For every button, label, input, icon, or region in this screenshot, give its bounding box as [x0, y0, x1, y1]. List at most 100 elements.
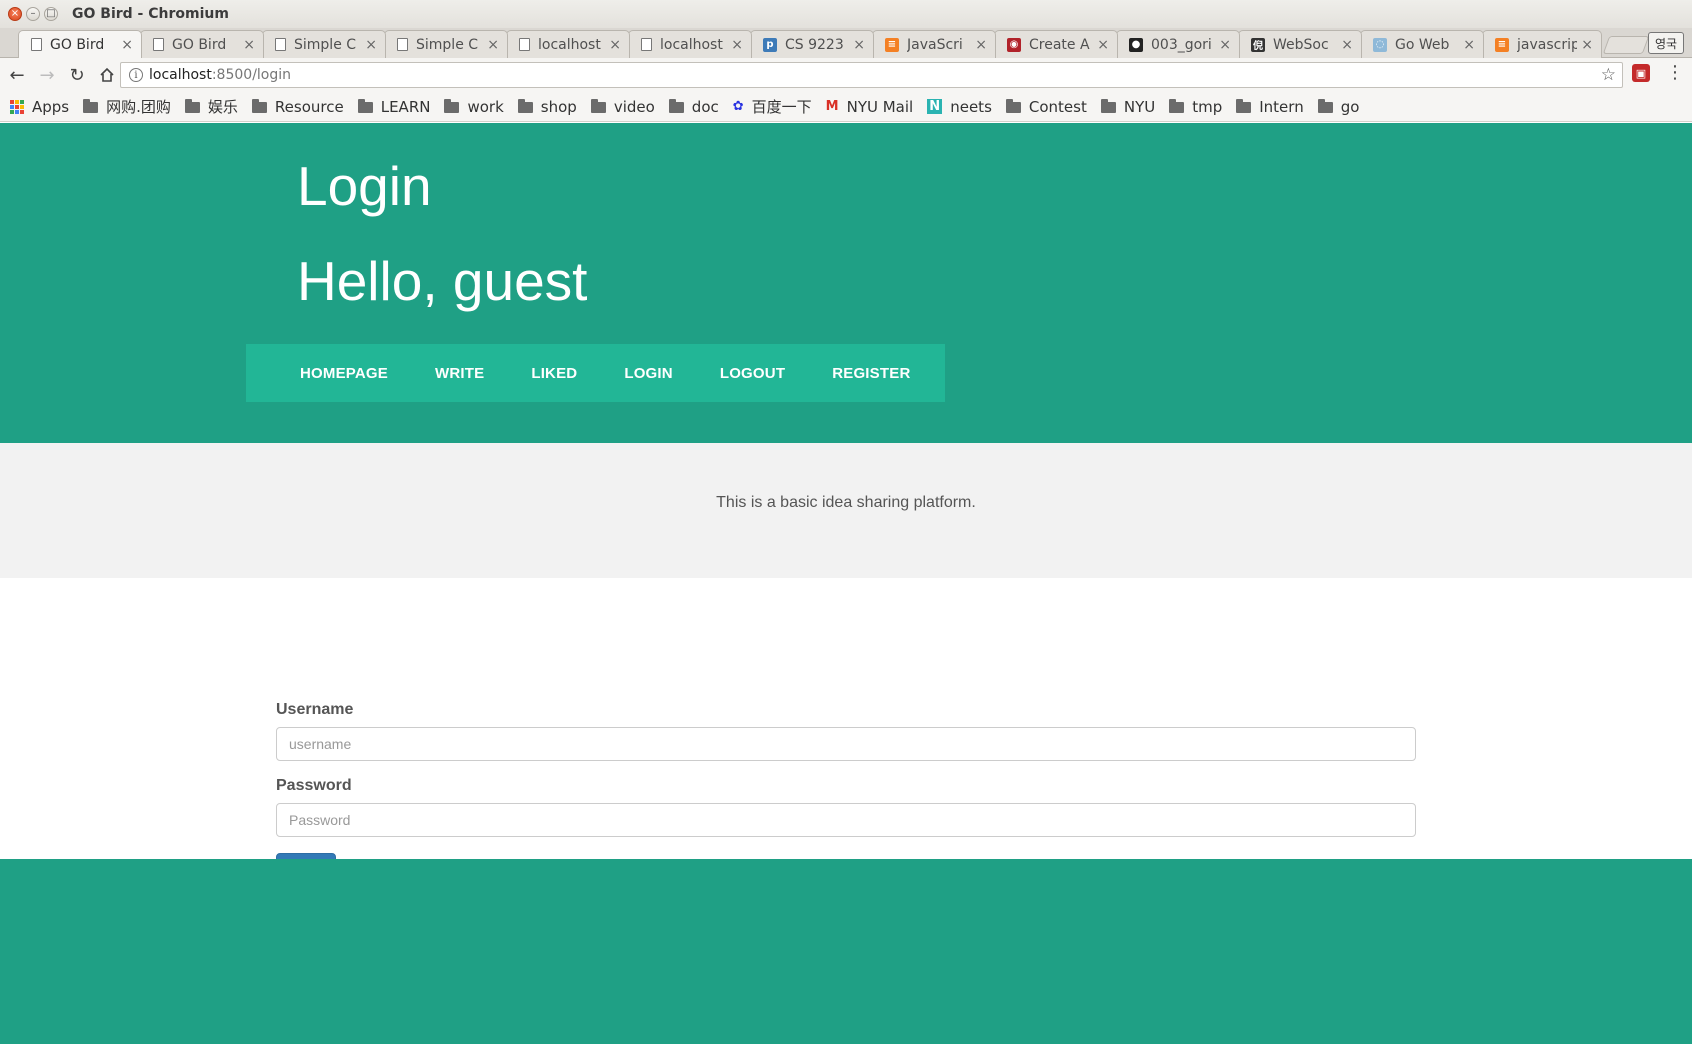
- nav-login[interactable]: LOGIN: [624, 365, 673, 382]
- tab-close-icon[interactable]: ×: [605, 37, 621, 53]
- bookmark-item[interactable]: tmp: [1169, 98, 1222, 116]
- maximize-window-icon[interactable]: □: [44, 7, 58, 21]
- tab-close-icon[interactable]: ×: [1093, 37, 1109, 53]
- bookmark-item[interactable]: go: [1317, 97, 1360, 116]
- info-icon[interactable]: i: [129, 68, 143, 82]
- forward-arrow-icon[interactable]: →: [34, 62, 60, 88]
- bookmark-label: LEARN: [380, 97, 431, 116]
- window-controls: × – □: [8, 7, 58, 21]
- bookmark-item[interactable]: Resource: [251, 98, 344, 116]
- nav-homepage[interactable]: HOMEPAGE: [300, 365, 388, 382]
- close-window-icon[interactable]: ×: [8, 7, 22, 21]
- bookmark-item[interactable]: LEARN: [357, 97, 431, 116]
- browser-tab[interactable]: ≡ JavaScri ×: [872, 30, 996, 58]
- new-tab-button[interactable]: [1602, 36, 1650, 54]
- bookmark-item[interactable]: ✿ 百度一下: [733, 96, 812, 117]
- bookmark-label: doc: [691, 97, 719, 116]
- stackoverflow-icon: ≡: [885, 37, 899, 52]
- bookmark-item[interactable]: M NYU Mail: [826, 98, 914, 116]
- page-icon: [641, 38, 652, 51]
- browser-tab[interactable]: ◉ Create A ×: [994, 30, 1118, 58]
- bookmark-item[interactable]: Nneets: [927, 98, 992, 116]
- folder-icon: [83, 99, 99, 113]
- tab-close-icon[interactable]: ×: [727, 37, 743, 53]
- bookmark-label: neets: [950, 97, 992, 116]
- browser-tab[interactable]: GO Bird ×: [140, 30, 264, 58]
- browser-tab[interactable]: Simple C ×: [262, 30, 386, 58]
- coursera-icon: ◉: [1007, 37, 1021, 52]
- tab-close-icon[interactable]: ×: [239, 37, 255, 53]
- folder-icon: [517, 99, 533, 113]
- reload-icon[interactable]: ↻: [64, 62, 90, 88]
- nav-write[interactable]: WRITE: [435, 365, 484, 382]
- username-label: Username: [276, 701, 354, 718]
- tab-close-icon[interactable]: ×: [361, 37, 377, 53]
- folder-icon: [668, 99, 684, 113]
- tab-close-icon[interactable]: ×: [849, 37, 865, 53]
- gopher-icon: ◌: [1373, 37, 1387, 52]
- bookmark-item[interactable]: video: [590, 98, 655, 116]
- tab-close-icon[interactable]: ×: [1337, 37, 1353, 53]
- tab-strip: ≡ javascrip × ◌ Go Web × 倪 WebSoc × ● 003_gori × ◉ Cr…: [0, 28, 1692, 58]
- bookmark-item[interactable]: Intern: [1236, 98, 1304, 116]
- github-icon: ●: [1129, 37, 1143, 52]
- bookmark-item[interactable]: doc: [668, 97, 719, 116]
- password-label: Password: [276, 777, 352, 794]
- bookmark-item[interactable]: Apps: [10, 98, 69, 116]
- browser-tab[interactable]: 倪 WebSoc ×: [1238, 30, 1362, 58]
- folder-icon: [357, 99, 373, 113]
- bookmark-item[interactable]: Contest: [1005, 97, 1087, 116]
- nav-liked[interactable]: LIKED: [531, 365, 577, 382]
- nav-logout[interactable]: LOGOUT: [720, 365, 785, 382]
- menu-kebab-icon[interactable]: ⋮: [1666, 63, 1684, 83]
- username-input[interactable]: [276, 727, 1416, 761]
- url-host: localhost: [149, 67, 212, 83]
- folder-icon: [1005, 99, 1021, 113]
- browser-tab[interactable]: GO Bird ×: [18, 30, 142, 58]
- nav-register[interactable]: REGISTER: [832, 365, 910, 382]
- bookmark-label: 百度一下: [751, 98, 812, 116]
- browser-tab[interactable]: Simple C ×: [384, 30, 508, 58]
- home-icon[interactable]: [94, 62, 120, 88]
- folder-icon: [1169, 99, 1185, 113]
- bookmark-item[interactable]: 娱乐: [184, 96, 238, 117]
- neets-icon: N: [927, 99, 943, 114]
- tab-close-icon[interactable]: ×: [971, 37, 987, 53]
- bookmark-item[interactable]: NYU: [1100, 98, 1155, 116]
- bookmark-item[interactable]: 网购.团购: [83, 96, 171, 117]
- browser-tab[interactable]: ● 003_gori ×: [1116, 30, 1240, 58]
- browser-tab[interactable]: localhost ×: [506, 30, 630, 58]
- bookmark-label: Contest: [1028, 97, 1087, 116]
- bookmark-label: Apps: [32, 97, 70, 116]
- password-input[interactable]: [276, 803, 1416, 837]
- gmail-icon: M: [825, 99, 839, 114]
- bookmark-star-icon[interactable]: ☆: [1601, 65, 1616, 85]
- page-title: Login: [297, 155, 432, 217]
- minimize-window-icon[interactable]: –: [26, 7, 40, 21]
- piazza-icon: p: [763, 37, 777, 52]
- tab-close-icon[interactable]: ×: [483, 37, 499, 53]
- browser-tab[interactable]: ◌ Go Web ×: [1360, 30, 1484, 58]
- page-icon: [519, 38, 530, 51]
- tab-close-icon[interactable]: ×: [117, 37, 133, 53]
- browser-tab[interactable]: ≡ javascrip ×: [1482, 30, 1602, 58]
- ime-indicator[interactable]: 영국: [1648, 32, 1684, 54]
- extension-icon[interactable]: ▣: [1632, 64, 1650, 82]
- tab-close-icon[interactable]: ×: [1215, 37, 1231, 53]
- bookmark-item[interactable]: shop: [517, 97, 577, 116]
- stackoverflow-icon: ≡: [1495, 37, 1509, 52]
- tagline: This is a basic idea sharing platform.: [716, 494, 976, 511]
- back-arrow-icon[interactable]: ←: [4, 62, 30, 88]
- browser-tab[interactable]: localhost ×: [628, 30, 752, 58]
- page-icon: [397, 38, 408, 51]
- browser-tab[interactable]: p CS 9223 ×: [750, 30, 874, 58]
- tab-close-icon[interactable]: ×: [1459, 37, 1475, 53]
- bookmark-item[interactable]: work: [444, 98, 504, 116]
- tab-close-icon[interactable]: ×: [1577, 37, 1593, 53]
- bookmark-label: go: [1340, 97, 1360, 116]
- address-bar[interactable]: i localhost:8500/login ☆: [120, 62, 1623, 88]
- bookmark-label: NYU Mail: [846, 97, 914, 116]
- tagline-section: This is a basic idea sharing platform.: [0, 443, 1692, 578]
- page-icon: [153, 38, 164, 51]
- bookmark-label: shop: [540, 97, 577, 116]
